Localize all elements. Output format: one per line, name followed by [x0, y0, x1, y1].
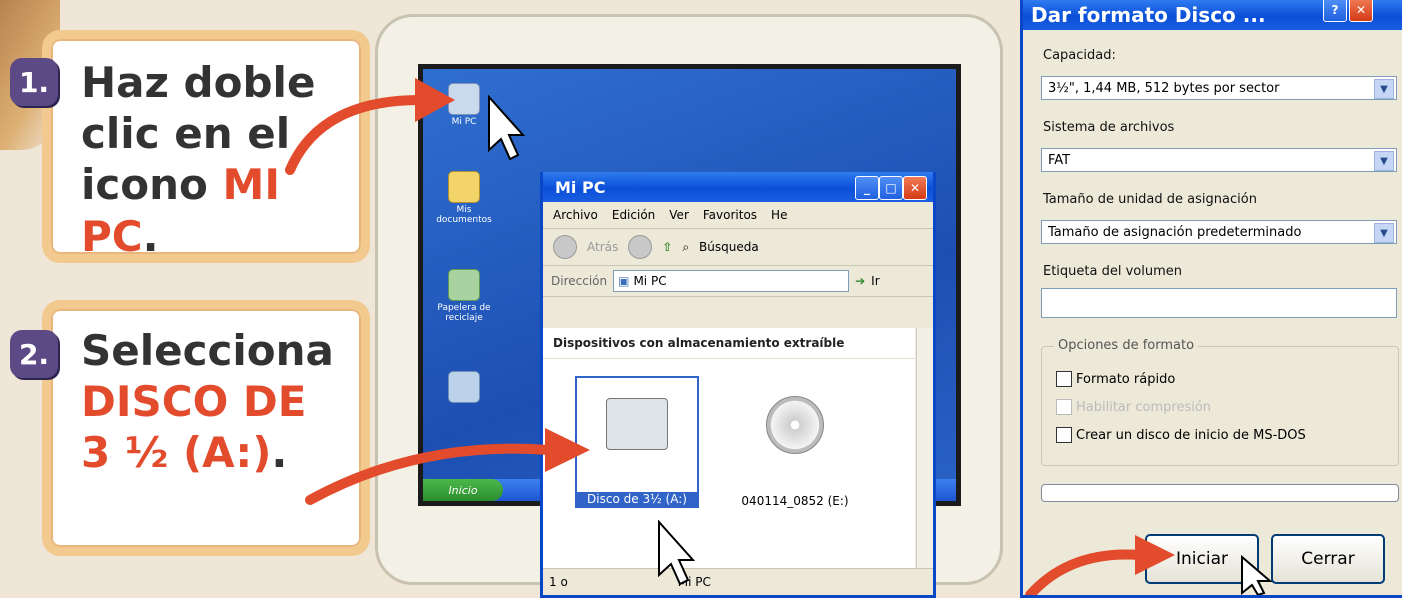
progress-bar: [1041, 484, 1399, 502]
section-header: Dispositivos con almacenamiento extraíbl…: [543, 328, 915, 359]
up-folder-icon[interactable]: ⇧: [662, 240, 672, 254]
floppy-drive-icon: [606, 398, 668, 450]
capacity-select[interactable]: 3½", 1,44 MB, 512 bytes por sector ▼: [1041, 76, 1397, 100]
volume-label: Etiqueta del volumen: [1043, 264, 1183, 279]
dialog-close-button[interactable]: ✕: [1349, 0, 1373, 22]
arrow-to-floppy: [305, 428, 590, 505]
minimize-button[interactable]: _: [855, 176, 879, 200]
recycle-bin-icon: [448, 269, 480, 301]
maximize-button[interactable]: □: [879, 176, 903, 200]
format-options-group: Opciones de formato Formato rápido Habil…: [1041, 338, 1399, 466]
filesystem-label: Sistema de archivos: [1043, 120, 1175, 135]
address-label: Dirección: [551, 274, 608, 288]
menu-ver[interactable]: Ver: [669, 208, 689, 222]
forward-arrow-icon[interactable]: [628, 235, 653, 259]
chevron-down-icon: ▼: [1374, 79, 1394, 99]
cursor-icon: [488, 95, 525, 161]
volume-input[interactable]: [1041, 288, 1397, 318]
close-button[interactable]: ✕: [903, 176, 927, 200]
arrow-to-mi-pc-icon: [285, 78, 455, 175]
dialog-title: Dar formato Disco ... ? ✕: [1023, 0, 1402, 30]
drive-cdrom[interactable]: 040114_0852 (E:): [733, 376, 857, 508]
window-title-text: Mi PC: [555, 177, 606, 197]
address-bar: Dirección ▣ Mi PC ➔ Ir: [543, 266, 933, 297]
arrow-to-iniciar: [1025, 535, 1175, 595]
vertical-scrollbar[interactable]: [916, 328, 933, 568]
close-dialog-button[interactable]: Cerrar: [1271, 534, 1385, 584]
allocation-label: Tamaño de unidad de asignación: [1043, 192, 1257, 207]
back-label[interactable]: Atrás: [587, 240, 618, 254]
filesystem-select[interactable]: FAT ▼: [1041, 148, 1397, 172]
search-button[interactable]: Búsqueda: [699, 240, 759, 254]
search-icon[interactable]: ⌕: [682, 240, 689, 255]
chevron-down-icon: ▼: [1374, 223, 1394, 243]
allocation-select[interactable]: Tamaño de asignación predeterminado ▼: [1041, 220, 1397, 244]
help-button[interactable]: ?: [1323, 0, 1347, 22]
capacity-label: Capacidad:: [1043, 48, 1116, 63]
cursor-icon: [658, 520, 695, 586]
menu-edicion[interactable]: Edición: [612, 208, 655, 222]
format-options-label: Opciones de formato: [1054, 338, 1199, 353]
menu-bar: Archivo Edición Ver Favoritos He: [543, 202, 933, 229]
quick-format-checkbox[interactable]: Formato rápido: [1056, 371, 1175, 387]
chevron-down-icon: ▼: [1374, 151, 1394, 171]
step-2-badge: 2.: [10, 330, 58, 378]
step-1-badge: 1.: [10, 58, 58, 106]
toolbar: Atrás ⇧ ⌕ Búsqueda: [543, 229, 933, 266]
compression-checkbox: Habilitar compresión: [1056, 399, 1211, 415]
menu-help[interactable]: He: [771, 208, 787, 222]
go-arrow-icon[interactable]: ➔: [855, 274, 865, 288]
cursor-icon: [1241, 555, 1273, 595]
desktop-icon-papelera[interactable]: Papelera de reciclaje: [429, 269, 499, 323]
address-input[interactable]: ▣ Mi PC: [613, 270, 850, 292]
menu-archivo[interactable]: Archivo: [553, 208, 598, 222]
dialog-title-text: Dar formato Disco ...: [1031, 3, 1266, 27]
mi-pc-window: Mi PC _ □ ✕ Archivo Edición Ver Favorito…: [540, 172, 936, 598]
back-arrow-icon[interactable]: [553, 235, 577, 259]
go-button[interactable]: Ir: [871, 274, 879, 288]
step-2-text: Selecciona DISCO DE 3 ½ (A:).: [81, 326, 334, 478]
menu-favoritos[interactable]: Favoritos: [703, 208, 757, 222]
computer-icon: ▣: [618, 274, 630, 288]
status-left: 1 o: [549, 575, 568, 589]
cdrom-drive-icon: [766, 396, 824, 454]
desktop-icon-network[interactable]: [429, 371, 499, 405]
status-bar: 1 o Mi PC: [543, 568, 933, 595]
format-dialog: Dar formato Disco ... ? ✕ Capacidad: 3½"…: [1020, 0, 1402, 598]
msdos-boot-checkbox[interactable]: Crear un disco de inicio de MS-DOS: [1056, 427, 1306, 443]
network-icon: [448, 371, 480, 403]
